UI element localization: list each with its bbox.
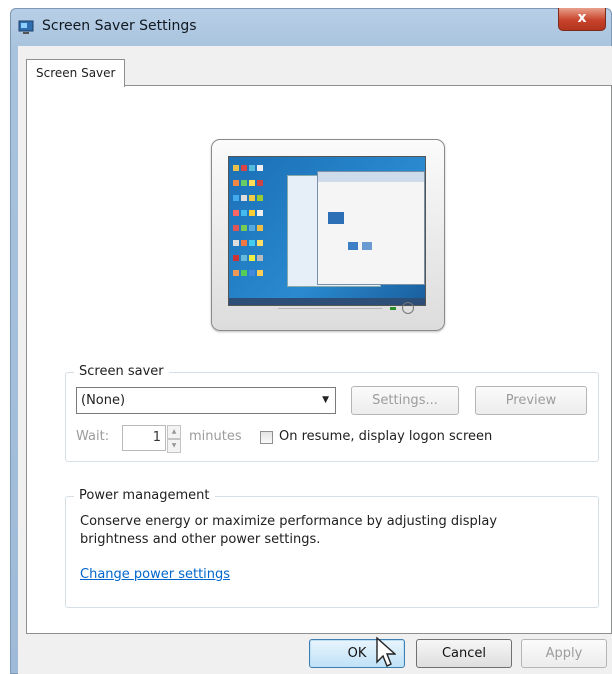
dialog-client-area: Screen Saver Screen saver (None) ▼ Setti…	[18, 46, 612, 674]
monitor-power-icon	[402, 302, 414, 314]
wait-minutes-input[interactable]: 1	[122, 425, 166, 451]
desktop-preview-screen	[228, 156, 426, 306]
close-icon: x	[577, 10, 587, 26]
close-button[interactable]: x	[558, 8, 606, 31]
power-description: Conserve energy or maximize performance …	[80, 514, 498, 547]
logon-screen-checkbox[interactable]	[260, 431, 273, 444]
apply-button[interactable]: Apply	[521, 639, 607, 668]
spin-up-icon[interactable]: ▲	[167, 425, 181, 439]
screen-saver-group: Screen saver (None) ▼ Settings... Previe…	[65, 364, 599, 462]
tab-screen-saver[interactable]: Screen Saver	[26, 59, 126, 87]
power-management-group-label: Power management	[74, 488, 215, 503]
preview-taskbar	[229, 298, 425, 305]
logon-screen-label[interactable]: On resume, display logon screen	[279, 429, 492, 444]
screen-saver-group-label: Screen saver	[74, 364, 169, 379]
desktop-icons	[233, 163, 267, 283]
dialog-window: Screen Saver Settings x Screen Saver Scr…	[10, 8, 612, 674]
monitor-led	[390, 307, 396, 310]
preview-window-front	[317, 171, 425, 285]
minutes-label: minutes	[189, 429, 242, 444]
title-bar[interactable]: Screen Saver Settings x	[10, 8, 612, 46]
wait-label: Wait:	[76, 429, 110, 444]
chevron-down-icon: ▼	[322, 395, 329, 405]
screen-saver-dropdown[interactable]: (None) ▼	[76, 387, 336, 414]
preview-button[interactable]: Preview	[475, 386, 587, 415]
tab-label: Screen Saver	[36, 66, 116, 80]
power-management-group: Power management Conserve energy or maxi…	[65, 488, 599, 608]
monitor-preview	[211, 139, 445, 331]
window-title: Screen Saver Settings	[42, 18, 197, 34]
wait-stepper[interactable]: ▲ ▼	[167, 425, 181, 453]
monitor-base	[278, 308, 382, 321]
screen-saver-app-icon	[18, 20, 34, 34]
mouse-pointer-icon	[376, 636, 396, 667]
change-power-settings-link[interactable]: Change power settings	[80, 567, 230, 582]
screen-saver-selected-value: (None)	[81, 393, 126, 408]
cancel-button[interactable]: Cancel	[416, 639, 512, 668]
spin-down-icon[interactable]: ▼	[167, 439, 181, 453]
settings-button[interactable]: Settings...	[351, 386, 459, 415]
tab-page: Screen saver (None) ▼ Settings... Previe…	[26, 85, 612, 634]
